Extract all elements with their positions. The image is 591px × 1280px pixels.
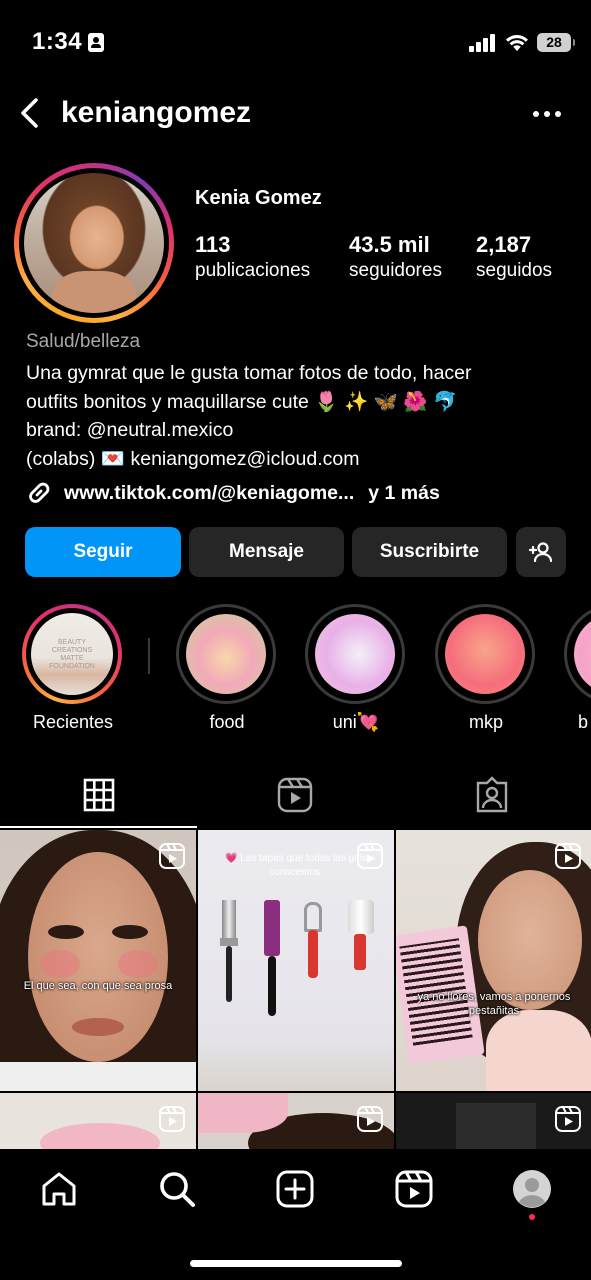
post-caption: ya no llores, vamos a ponernos pestañita… [417,991,571,1017]
highlight-recientes[interactable]: BEAUTY CREATIONS MATTE FOUNDATION Recien… [22,604,124,733]
highlight-cover [445,614,525,694]
highlights-divider [148,638,150,674]
reel-badge-icon [555,1106,581,1132]
reel-badge-icon [357,1106,383,1132]
cellular-signal-icon [469,34,497,52]
highlight-uni[interactable]: uni💘 [305,604,407,733]
home-indicator [190,1260,402,1267]
highlight-label: mkp [468,712,503,732]
profile-link[interactable]: www.tiktok.com/@keniagome... y 1 más [24,478,440,508]
stat-following-count: 2,187 [476,232,532,257]
highlight-cover [315,614,395,694]
back-icon[interactable] [14,96,46,130]
subscribe-button[interactable]: Suscribirte [352,527,507,577]
battery-icon: 28 [537,33,575,52]
highlight-label: Recientes [32,712,114,732]
grid-icon[interactable] [81,775,117,815]
bio-line-brand[interactable]: brand: @neutral.mexico [26,416,571,445]
stat-followers-count: 43.5 mil [349,232,430,257]
wifi-icon [506,35,528,51]
post-tile[interactable] [396,1093,591,1149]
stat-followers-label: seguidores [349,260,442,281]
more-icon[interactable] [530,104,564,124]
highlight-label: food [209,712,245,732]
avatar[interactable] [14,163,174,323]
stat-followers[interactable]: 43.5 mil seguidores [349,232,442,282]
highlight-label: uni💘 [332,712,380,732]
link-icon [29,482,50,503]
message-button[interactable]: Mensaje [189,527,344,577]
profile-bio: Una gymrat que le gusta tomar fotos de t… [26,359,571,473]
post-tile[interactable] [0,1093,196,1149]
stat-posts-label: publicaciones [195,260,311,281]
active-tab-indicator [0,826,197,828]
highlight-ring: BEAUTY CREATIONS MATTE FOUNDATION [22,604,122,704]
create-icon[interactable] [275,1169,315,1209]
profile-link-url[interactable]: www.tiktok.com/@keniagome... [64,482,354,505]
stat-posts: 113 publicaciones [195,232,310,282]
highlight-cover [574,614,591,694]
reel-badge-icon [555,843,581,869]
highlight-mkp[interactable]: mkp [435,604,537,733]
profile-username: keniangomez [61,96,252,129]
post-tile[interactable]: ya no llores, vamos a ponernos pestañita… [396,830,591,1091]
post-caption: El que sea, con que sea prosa [23,980,173,992]
contact-card-icon [88,33,104,52]
post-tile[interactable]: El que sea, con que sea prosa [0,830,196,1091]
stat-following[interactable]: 2,187 seguidos [476,232,552,282]
follow-button[interactable]: Seguir [25,527,181,577]
reels-icon[interactable] [277,775,313,815]
highlight-label: b [578,712,589,732]
search-icon[interactable] [157,1169,197,1209]
post-tile[interactable]: 💗 Las tapas que todas las girls conocemo… [198,830,394,1091]
status-time: 1:34 [32,28,83,55]
bio-line: outfits bonitos y maquillarse cute 🌷 ✨ 🦋… [26,390,458,413]
add-user-button[interactable] [516,527,566,577]
profile-category: Salud/belleza [26,331,141,352]
profile-link-more[interactable]: y 1 más [368,482,440,505]
highlight-cover: BEAUTY CREATIONS MATTE FOUNDATION [31,613,113,695]
highlight-cover-text: BEAUTY CREATIONS MATTE FOUNDATION [49,639,95,670]
display-name: Kenia Gomez [195,187,322,209]
status-bar: 1:34 28 [0,0,591,86]
highlight-cover [186,614,266,694]
home-icon[interactable] [39,1169,79,1209]
add-person-icon [528,542,553,563]
stat-posts-count: 113 [195,232,231,257]
stat-following-label: seguidos [476,260,553,281]
post-tile[interactable] [198,1093,394,1149]
highlight-b[interactable]: b [564,604,591,733]
reel-badge-icon [159,1106,185,1132]
highlight-food[interactable]: food [176,604,278,733]
reel-badge-icon [159,843,185,869]
profile-icon[interactable] [512,1169,552,1209]
tagged-person-icon[interactable] [474,775,510,815]
reels-icon[interactable] [394,1169,434,1209]
bio-line-email[interactable]: (colabs) 💌 keniangomez@icloud.com [26,445,571,474]
bio-line: Una gymrat que le gusta tomar fotos de t… [26,362,472,384]
reel-badge-icon [357,843,383,869]
notification-dot [529,1214,535,1220]
